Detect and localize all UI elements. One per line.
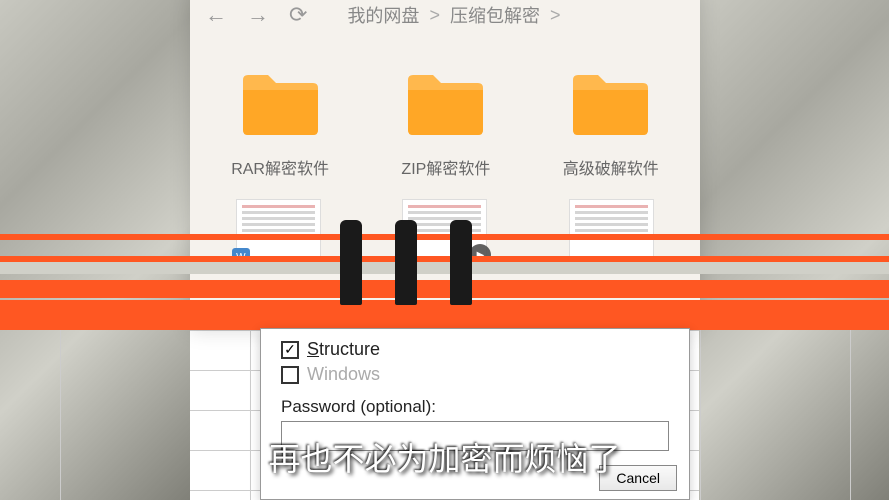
video-subtitle: 再也不必为加密而烦恼了 xyxy=(268,434,620,480)
structure-label: Structure xyxy=(307,339,380,360)
refresh-icon[interactable]: ⟳ xyxy=(289,2,307,28)
forward-icon[interactable]: → xyxy=(247,2,269,28)
file-thumb-3[interactable] xyxy=(569,199,654,259)
nav-bar: ← → ⟳ 我的网盘 > 压缩包解密 > xyxy=(190,0,700,40)
breadcrumb-folder[interactable]: 压缩包解密 xyxy=(450,2,540,28)
breadcrumb-sep: > xyxy=(429,5,440,26)
decorative-stripe xyxy=(0,280,889,298)
password-label: Password (optional): xyxy=(281,397,669,417)
back-icon[interactable]: ← xyxy=(205,2,227,28)
decorative-stripe xyxy=(0,234,889,240)
breadcrumb-root[interactable]: 我的网盘 xyxy=(347,2,419,28)
folder-icon xyxy=(403,70,488,140)
router-antenna xyxy=(340,220,362,305)
folder-icon xyxy=(238,70,323,140)
folder-grid: RAR解密软件 ZIP解密软件 高级破解软件 xyxy=(190,40,700,189)
decorative-band xyxy=(0,262,889,274)
router-antenna xyxy=(450,220,472,305)
folder-icon xyxy=(568,70,653,140)
folder-rar[interactable]: RAR解密软件 xyxy=(231,70,329,179)
file-thumb-1[interactable]: W xyxy=(236,199,321,259)
folder-label: 高级破解软件 xyxy=(563,155,659,179)
structure-checkbox-row[interactable]: ✓ Structure xyxy=(281,339,669,360)
folder-zip[interactable]: ZIP解密软件 xyxy=(401,70,490,179)
breadcrumb-sep: > xyxy=(550,5,561,26)
windows-checkbox-row[interactable]: ✓ Windows xyxy=(281,364,669,385)
folder-label: RAR解密软件 xyxy=(231,155,329,179)
breadcrumb: 我的网盘 > 压缩包解密 > xyxy=(347,2,560,28)
checkbox-checked-icon[interactable]: ✓ xyxy=(281,341,299,359)
router-antenna xyxy=(395,220,417,305)
checkbox-unchecked-icon[interactable]: ✓ xyxy=(281,366,299,384)
folder-label: ZIP解密软件 xyxy=(401,155,490,179)
windows-label: Windows xyxy=(307,364,380,385)
decorative-stripe xyxy=(0,300,889,330)
folder-advanced[interactable]: 高级破解软件 xyxy=(563,70,659,179)
